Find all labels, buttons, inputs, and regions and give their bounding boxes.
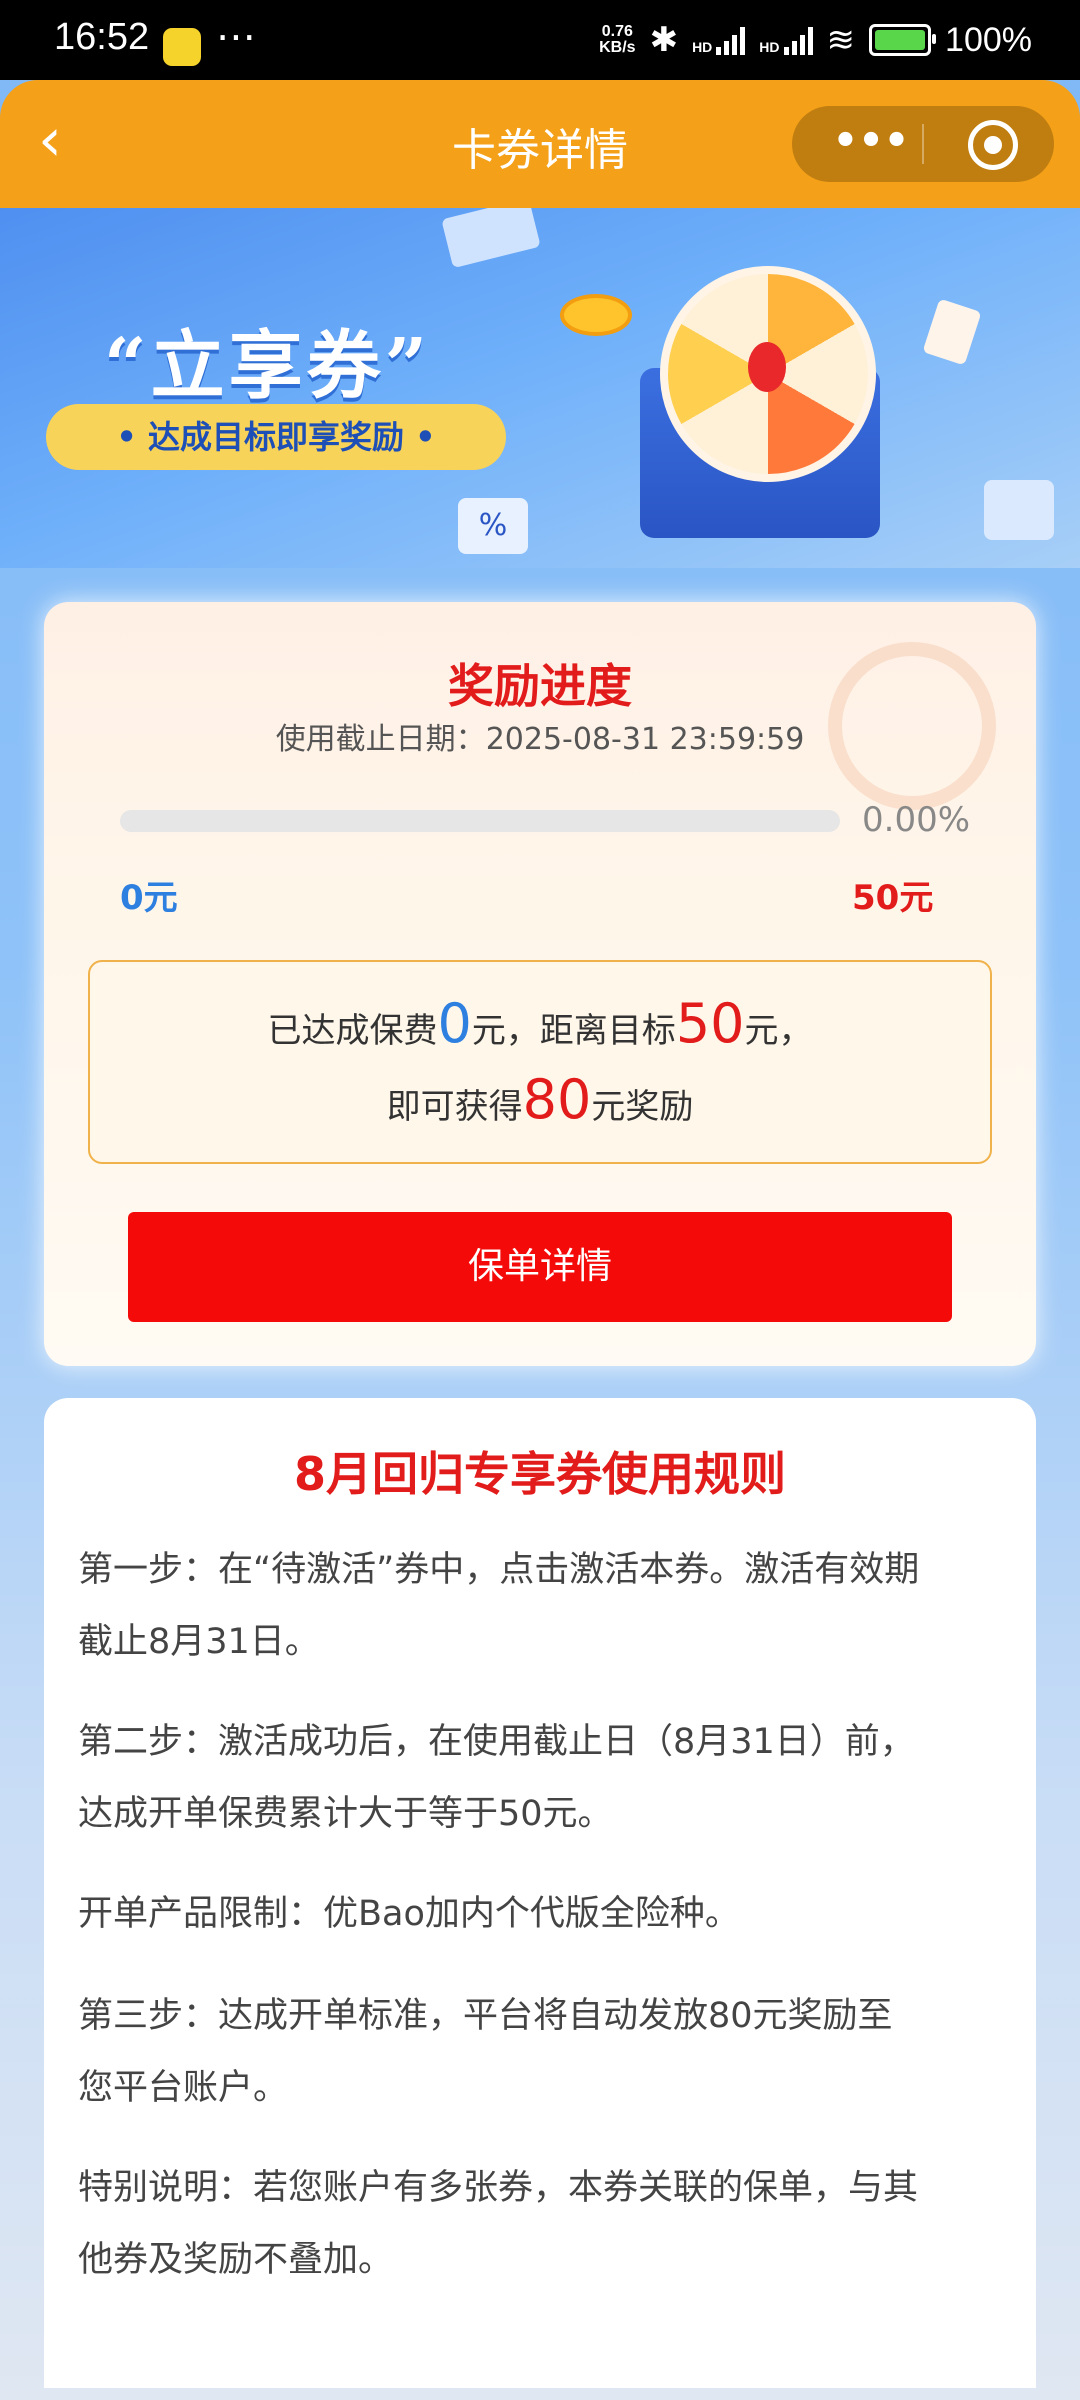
receipt-icon — [922, 298, 982, 366]
rule-item: 第二步：激活成功后，在使用截止日（8月31日）前， 达成开单保费累计大于等于50元… — [78, 1722, 915, 1834]
nav-header: ‹ 卡券详情 ••• — [0, 80, 1080, 208]
deadline-text: 使用截止日期：2025-08-31 23:59:59 — [275, 722, 805, 757]
banner-subtitle: • 达成目标即享奖励 • — [46, 404, 506, 470]
reward-amount: 80 — [522, 1068, 592, 1131]
capsule-divider — [922, 124, 924, 164]
promo-banner: “立享券” • 达成目标即享奖励 • % — [0, 208, 1080, 568]
discount-tag-icon: % — [458, 498, 528, 554]
notice-line-2: 即可获得80元奖励 — [386, 1068, 694, 1131]
banner-title: “立享券” — [104, 323, 432, 409]
battery-percent: 100% — [945, 20, 1032, 59]
progress-notice-box: 已达成保费0元，距离目标50元， 即可获得80元奖励 — [88, 960, 992, 1164]
app-notification-icon — [163, 28, 201, 66]
bluetooth-icon: ✱ — [649, 21, 679, 59]
signal-icon-1: HD — [692, 25, 746, 55]
wheel-pointer-icon — [748, 342, 786, 392]
battery-icon — [869, 24, 937, 56]
wifi-icon: ≋ — [826, 21, 856, 59]
clock: 16:52 — [54, 16, 150, 58]
more-menu-button[interactable]: ••• — [826, 118, 916, 170]
reward-progress-card: 奖励进度 使用截止日期：2025-08-31 23:59:59 0.00% 0元… — [44, 602, 1036, 1366]
rule-item: 第三步：达成开单标准，平台将自动发放80元奖励至 您平台账户。 — [78, 1996, 893, 2108]
network-speed: 0.76 KB/s — [599, 23, 636, 56]
progress-bar — [120, 810, 840, 832]
progress-percent: 0.00% — [862, 800, 971, 840]
progress-max-label: 50元 — [852, 878, 934, 918]
mini-program-capsule: ••• — [792, 106, 1054, 182]
signal-icon-2: HD — [759, 25, 813, 55]
progress-title: 奖励进度 — [448, 659, 632, 713]
rules-title: 8月回归专享券使用规则 — [293, 1447, 786, 1501]
target-amount: 50 — [675, 992, 745, 1055]
achieved-amount: 0 — [437, 992, 472, 1055]
coin-icon — [560, 294, 632, 336]
rule-item: 开单产品限制：优Bao加内个代版全险种。 — [78, 1894, 740, 1934]
close-target-icon[interactable] — [968, 120, 1018, 170]
status-bar: 16:52 ⋯ 0.76 KB/s ✱ HD HD ≋ 100% — [0, 0, 1080, 80]
more-notifications-icon: ⋯ — [216, 14, 256, 60]
progress-min-label: 0元 — [120, 878, 178, 918]
policy-details-button[interactable]: 保单详情 — [128, 1212, 952, 1322]
rule-item: 第一步：在“待激活”券中，点击激活本券。激活有效期 截止8月31日。 — [78, 1550, 920, 1662]
rules-card: 8月回归专享券使用规则 第一步：在“待激活”券中，点击激活本券。激活有效期 截止8… — [44, 1398, 1036, 2388]
coupon-ticket-icon — [441, 208, 541, 269]
small-gift-icon — [984, 480, 1054, 540]
notice-line-1: 已达成保费0元，距离目标50元， — [267, 992, 813, 1055]
rule-item: 特别说明：若您账户有多张券，本券关联的保单，与其 他券及奖励不叠加。 — [78, 2168, 919, 2280]
